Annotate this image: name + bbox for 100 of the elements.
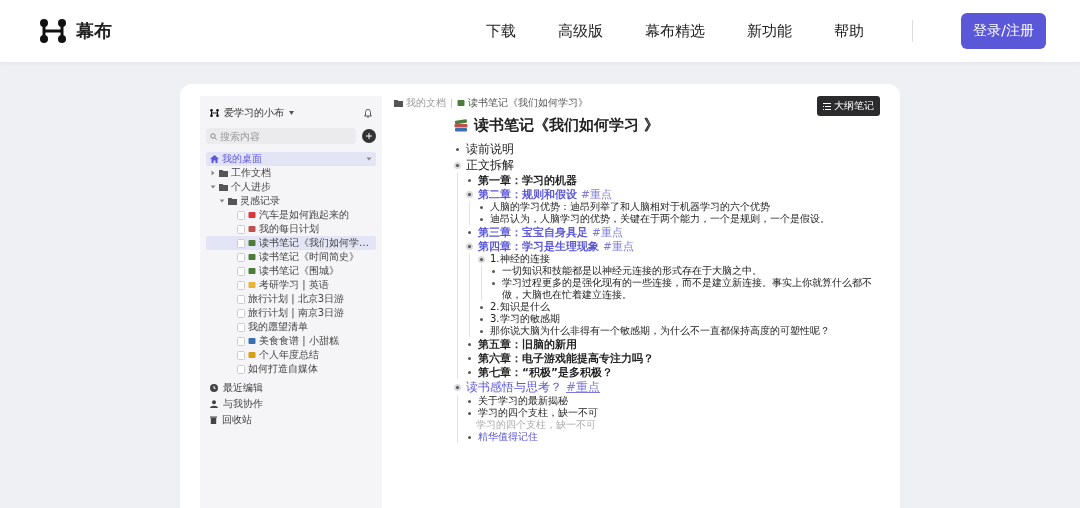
outline-item: 学习过程更多的是强化现有的一些连接，而不是建立新连接。事实上你就算什么都不做，大脑也在忙着建立连接。 [502,277,872,300]
outline-item: 那你说大脑为什么非得有一个敏感期，为什么不一直都保持高度的可塑性呢？ [490,325,830,336]
document-item[interactable]: 我的每日计划 [206,222,376,236]
caret-right-icon[interactable] [210,170,216,176]
item-label: 个人年度总结 [259,349,319,361]
document-item[interactable]: 考研学习 | 英语 [206,278,376,292]
nav-link[interactable]: 幕布精选 [645,21,706,41]
outline-item: 第六章：电子游戏能提高专注力吗？ [478,352,654,364]
logo-icon [210,109,219,117]
item-label: 如何打造自媒体 [248,363,318,375]
folder-item[interactable]: 个人进步 [206,180,376,194]
folder-icon [394,99,403,107]
caret-down-icon[interactable] [289,111,294,115]
document-item[interactable]: 旅行计划 | 北京3日游 [206,292,376,306]
document-item[interactable]: 美食食谱 | 小甜糕 [206,334,376,348]
bullet-icon[interactable] [454,161,461,169]
logo-text: 幕布 [76,19,112,43]
bullet-icon[interactable] [480,329,483,333]
bullet-icon[interactable] [492,269,495,273]
bullet-icon[interactable] [468,370,471,374]
sidebar-link[interactable]: 与我协作 [206,398,376,410]
bullet-icon[interactable] [480,217,483,221]
item-label: 与我协作 [223,398,263,410]
nav-link[interactable]: 高级版 [558,21,604,41]
document-item[interactable]: 如何打造自媒体 [206,362,376,376]
outline-item: 第五章：旧脑的新用 [478,338,577,350]
outline-item: 第四章：学习是生理现象 [478,240,599,252]
document-item[interactable]: 汽车是如何跑起来的 [206,208,376,222]
outline-item: 精华值得记住 [478,431,538,442]
tag-link[interactable]: #重点 [581,188,612,200]
document-item[interactable]: 我的愿望清单 [206,320,376,334]
tag-link[interactable]: #重点 [592,226,623,238]
bullet-icon[interactable] [454,383,461,391]
folder-item[interactable]: 工作文档 [206,166,376,180]
document-item[interactable]: 旅行计划 | 南京3日游 [206,306,376,320]
bullet-icon[interactable] [466,190,473,198]
document-title: 读书笔记《我们如何学习 》 [474,116,660,135]
bullet-icon[interactable] [466,242,473,250]
tag-link[interactable]: #重点 [566,380,601,394]
outline-item: 迪昂认为，人脑学习的优势，关键在于两个能力，一个是规则，一个是假设。 [490,213,830,224]
document-item[interactable]: 读书笔记《我们如何学… [206,236,376,250]
add-button[interactable] [362,129,376,143]
outline-item: 人脑的学习优势：迪昂列举了和人脑相对于机器学习的六个优势 [490,201,770,212]
bullet-icon[interactable] [468,342,471,346]
folder-item[interactable]: 我的桌面 [206,152,376,166]
bullet-icon[interactable] [468,178,471,182]
caret-down-icon[interactable] [366,156,372,162]
bullet-icon[interactable] [468,230,471,234]
folder-item[interactable]: 灵感记录 [206,194,376,208]
document-item[interactable]: 读书笔记《时间简史》 [206,250,376,264]
document-item[interactable]: 个人年度总结 [206,348,376,362]
logo-icon [40,19,66,43]
outline-item: 关于学习的最新揭秘 [478,395,568,406]
bullet-icon[interactable] [468,399,471,403]
bell-icon[interactable] [364,108,372,118]
item-label: 我的桌面 [222,153,262,165]
breadcrumb-link[interactable]: 读书笔记《我们如何学习》 [468,96,588,110]
item-label: 读书笔记《我们如何学… [259,237,369,249]
outline-item: 读前说明 [466,142,514,156]
outline-item: 3.学习的敏感期 [490,313,560,324]
outline-item: 2.知识是什么 [490,301,550,312]
sidebar-link[interactable]: 最近编辑 [206,382,376,394]
outline-item: 一切知识和技能都是以神经元连接的形式存在于大脑之中。 [502,265,762,276]
bullet-icon[interactable] [480,317,483,321]
bullet-icon[interactable] [478,255,485,263]
outline-item: 第二章：规则和假设 [478,188,577,200]
item-label: 旅行计划 | 北京3日游 [248,293,345,305]
trash-icon [210,416,217,424]
bullet-icon[interactable] [480,205,483,209]
outline-item: 1.神经的连接 [490,253,550,264]
clock-icon [210,384,218,392]
outline-item: 第一章：学习的机器 [478,174,577,186]
item-label: 灵感记录 [240,195,280,207]
login-button[interactable]: 登录/注册 [961,13,1046,49]
nav-link[interactable]: 帮助 [834,21,865,41]
tag-link[interactable]: #重点 [603,240,634,252]
outline-button[interactable]: 大纲笔记 [817,96,880,116]
item-label: 工作文档 [231,167,271,179]
bullet-icon[interactable] [492,281,495,285]
workspace-name[interactable]: 爱学习的小布 [224,106,284,120]
caret-down-icon[interactable] [219,198,225,204]
bullet-icon[interactable] [468,356,471,360]
caret-down-icon[interactable] [210,184,216,190]
home-icon [210,155,219,163]
nav-link[interactable]: 下载 [486,21,517,41]
item-label: 汽车是如何跑起来的 [259,209,349,221]
bullet-icon[interactable] [480,305,483,309]
bullet-icon[interactable] [456,147,459,151]
search-field[interactable]: 搜索内容 [206,128,356,144]
item-label: 回收站 [222,414,252,426]
item-label: 读书笔记《围城》 [259,265,339,277]
outline-item: 学习的四个支柱，缺一不可 [478,407,598,418]
outline-item: 正文拆解 [466,158,514,172]
document-item[interactable]: 读书笔记《围城》 [206,264,376,278]
person-icon [210,400,218,408]
list-icon [823,102,831,110]
bullet-icon[interactable] [468,411,471,415]
bullet-icon[interactable] [468,435,471,439]
nav-link[interactable]: 新功能 [747,21,793,41]
sidebar-link[interactable]: 回收站 [206,414,376,426]
